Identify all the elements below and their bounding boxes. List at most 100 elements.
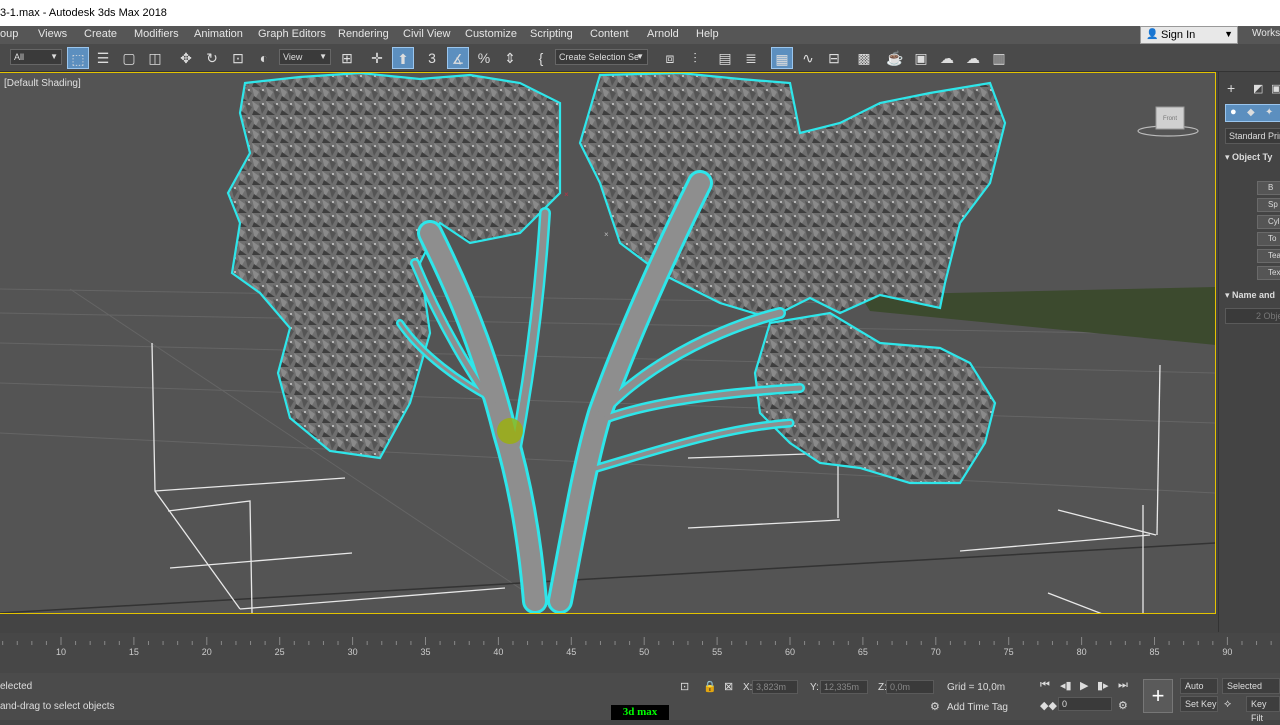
modify-tab-icon[interactable]: ◩: [1253, 82, 1263, 95]
toggle-ribbon-icon[interactable]: ≣: [740, 47, 762, 69]
menu-customize[interactable]: Customize: [465, 28, 517, 40]
isolate-selection-icon[interactable]: ⊡: [680, 680, 689, 693]
schematic-view-icon[interactable]: ⊟: [823, 47, 845, 69]
render-setup-icon[interactable]: ☕: [884, 47, 906, 69]
menu-modifiers[interactable]: Modifiers: [134, 28, 179, 40]
previous-frame-icon[interactable]: ◂▮: [1060, 679, 1072, 692]
object-category-dropdown[interactable]: Standard Prim: [1225, 128, 1280, 144]
menu-rendering[interactable]: Rendering: [338, 28, 389, 40]
key-filter-dropdown[interactable]: Selected: [1222, 678, 1280, 694]
rollout-name-color[interactable]: ▾ Name and: [1225, 290, 1275, 306]
material-editor-icon[interactable]: ▩: [853, 47, 875, 69]
viewcube[interactable]: Front: [1137, 106, 1199, 137]
object-category-value: Standard Prim: [1229, 131, 1280, 141]
keyboard-shortcut-icon[interactable]: ✛: [366, 47, 388, 69]
next-frame-icon[interactable]: ▮▸: [1097, 679, 1109, 692]
time-config-icon[interactable]: ⚙: [1118, 699, 1128, 712]
menu-animation[interactable]: Animation: [194, 28, 243, 40]
scale-icon[interactable]: ⊡: [227, 47, 249, 69]
object-name-field[interactable]: 2 Obje: [1225, 308, 1280, 324]
select-manipulate-icon[interactable]: ⬆: [392, 47, 414, 69]
angle-snap-icon[interactable]: ∡: [447, 47, 469, 69]
time-tag-icon[interactable]: ⚙: [930, 700, 940, 713]
menu-graph-editors[interactable]: Graph Editors: [258, 28, 326, 40]
scene-explorer-icon[interactable]: ▦: [771, 47, 793, 69]
named-selection-icon[interactable]: {: [530, 47, 552, 69]
render-production-icon[interactable]: ☁: [936, 47, 958, 69]
rotate-icon[interactable]: ↻: [201, 47, 223, 69]
cylinder-button[interactable]: Cyl: [1257, 215, 1280, 229]
rendered-frame-icon[interactable]: ▣: [910, 47, 932, 69]
window-crossing-icon[interactable]: ◫: [144, 47, 166, 69]
reference-coordinate-dropdown[interactable]: View ▼: [279, 49, 331, 65]
timeline-tick-label: 40: [493, 647, 504, 657]
snap-3d-icon[interactable]: 3: [421, 47, 443, 69]
perspective-viewport[interactable]: Front × × [Default Shading]: [0, 72, 1216, 614]
z-coordinate-field[interactable]: 0,0m: [886, 680, 934, 694]
current-frame-field[interactable]: 0: [1058, 697, 1112, 711]
teapot-button-label: Tea: [1268, 251, 1280, 260]
create-tab-icon[interactable]: +: [1227, 80, 1235, 96]
absolute-mode-icon[interactable]: ⊠: [724, 680, 733, 693]
pivot-icon[interactable]: ⊞: [336, 47, 358, 69]
geometry-icon: ●: [1230, 106, 1237, 118]
lock-icon[interactable]: 🔒: [703, 680, 717, 693]
teapot-button[interactable]: Tea: [1257, 249, 1280, 263]
selection-filter-dropdown[interactable]: All ▼: [10, 49, 62, 65]
a360-icon[interactable]: ▥: [988, 47, 1010, 69]
viewport-label[interactable]: [Default Shading]: [4, 78, 81, 89]
menu-group[interactable]: oup: [0, 28, 18, 40]
go-to-start-icon[interactable]: ⏮: [1040, 679, 1050, 692]
named-selection-sets-dropdown[interactable]: Create Selection Se ▼: [555, 49, 648, 65]
move-icon[interactable]: ✥: [175, 47, 197, 69]
region-select-icon[interactable]: ▢: [118, 47, 140, 69]
key-filters-button[interactable]: Key Filt: [1246, 696, 1280, 723]
box-button[interactable]: B: [1257, 181, 1280, 195]
sign-in-dropdown[interactable]: 👤 Sign In ▼: [1140, 26, 1238, 44]
curve-editor-icon[interactable]: ∿: [797, 47, 819, 69]
layer-explorer-icon[interactable]: ▤: [714, 47, 736, 69]
menu-views[interactable]: Views: [38, 28, 67, 40]
timeline-tick-label: 15: [128, 647, 139, 657]
play-icon[interactable]: ▶: [1080, 679, 1088, 692]
go-to-end-icon[interactable]: ⏭: [1118, 679, 1128, 692]
workspaces-label[interactable]: Workspa: [1252, 28, 1280, 39]
textplus-button[interactable]: Tex: [1257, 266, 1280, 280]
menu-create[interactable]: Create: [84, 28, 117, 40]
sphere-button[interactable]: Sp: [1257, 198, 1280, 212]
menu-arnold[interactable]: Arnold: [647, 28, 679, 40]
render-cloud-icon[interactable]: ☁: [962, 47, 984, 69]
spinner-snap-icon[interactable]: ⇕: [499, 47, 521, 69]
select-icon[interactable]: ⬚: [67, 47, 89, 69]
menu-civil-view[interactable]: Civil View: [403, 28, 450, 40]
mirror-icon[interactable]: ⧈: [659, 47, 681, 69]
viewcube-label: Front: [1163, 116, 1177, 122]
key-mode-icon[interactable]: ◆◆: [1040, 699, 1057, 712]
menu-content[interactable]: Content: [590, 28, 629, 40]
lights-icon[interactable]: ✦: [1265, 107, 1273, 118]
percent-snap-icon[interactable]: %: [473, 47, 495, 69]
align-icon[interactable]: ⫶: [684, 47, 706, 69]
set-key-big-button[interactable]: +: [1143, 679, 1173, 713]
shapes-icon[interactable]: ◆: [1247, 107, 1255, 118]
rollout-object-type[interactable]: ▾ Object Ty: [1225, 152, 1272, 168]
y-coordinate-field[interactable]: 12,335m: [820, 680, 868, 694]
timeline-tick-label: 30: [347, 647, 358, 657]
hierarchy-tab-icon[interactable]: ▣: [1271, 82, 1280, 95]
pivot-gizmo[interactable]: [497, 418, 523, 444]
viewport-scene: Front × ×: [0, 73, 1215, 613]
auto-key-button[interactable]: Auto Key: [1180, 678, 1218, 705]
select-by-name-icon[interactable]: ☰: [92, 47, 114, 69]
key-filters-icon[interactable]: ⟡: [1224, 698, 1231, 711]
add-time-tag[interactable]: Add Time Tag: [947, 702, 1008, 713]
torus-button[interactable]: To: [1257, 232, 1280, 246]
timeline-track[interactable]: 10 15 20 25 30 35 40 45 50 55 60 65 70 75 80 85 90: [0, 633, 1280, 673]
menu-scripting[interactable]: Scripting: [530, 28, 573, 40]
timeline-tick-label: 20: [201, 647, 212, 657]
set-key-button[interactable]: Set Key: [1180, 696, 1218, 712]
watermark-logo: 3d max: [611, 705, 669, 720]
menu-help[interactable]: Help: [696, 28, 719, 40]
selection-status: elected: [0, 681, 33, 692]
placement-icon[interactable]: ◐: [253, 47, 275, 69]
x-coordinate-field[interactable]: 3,823m: [752, 680, 798, 694]
